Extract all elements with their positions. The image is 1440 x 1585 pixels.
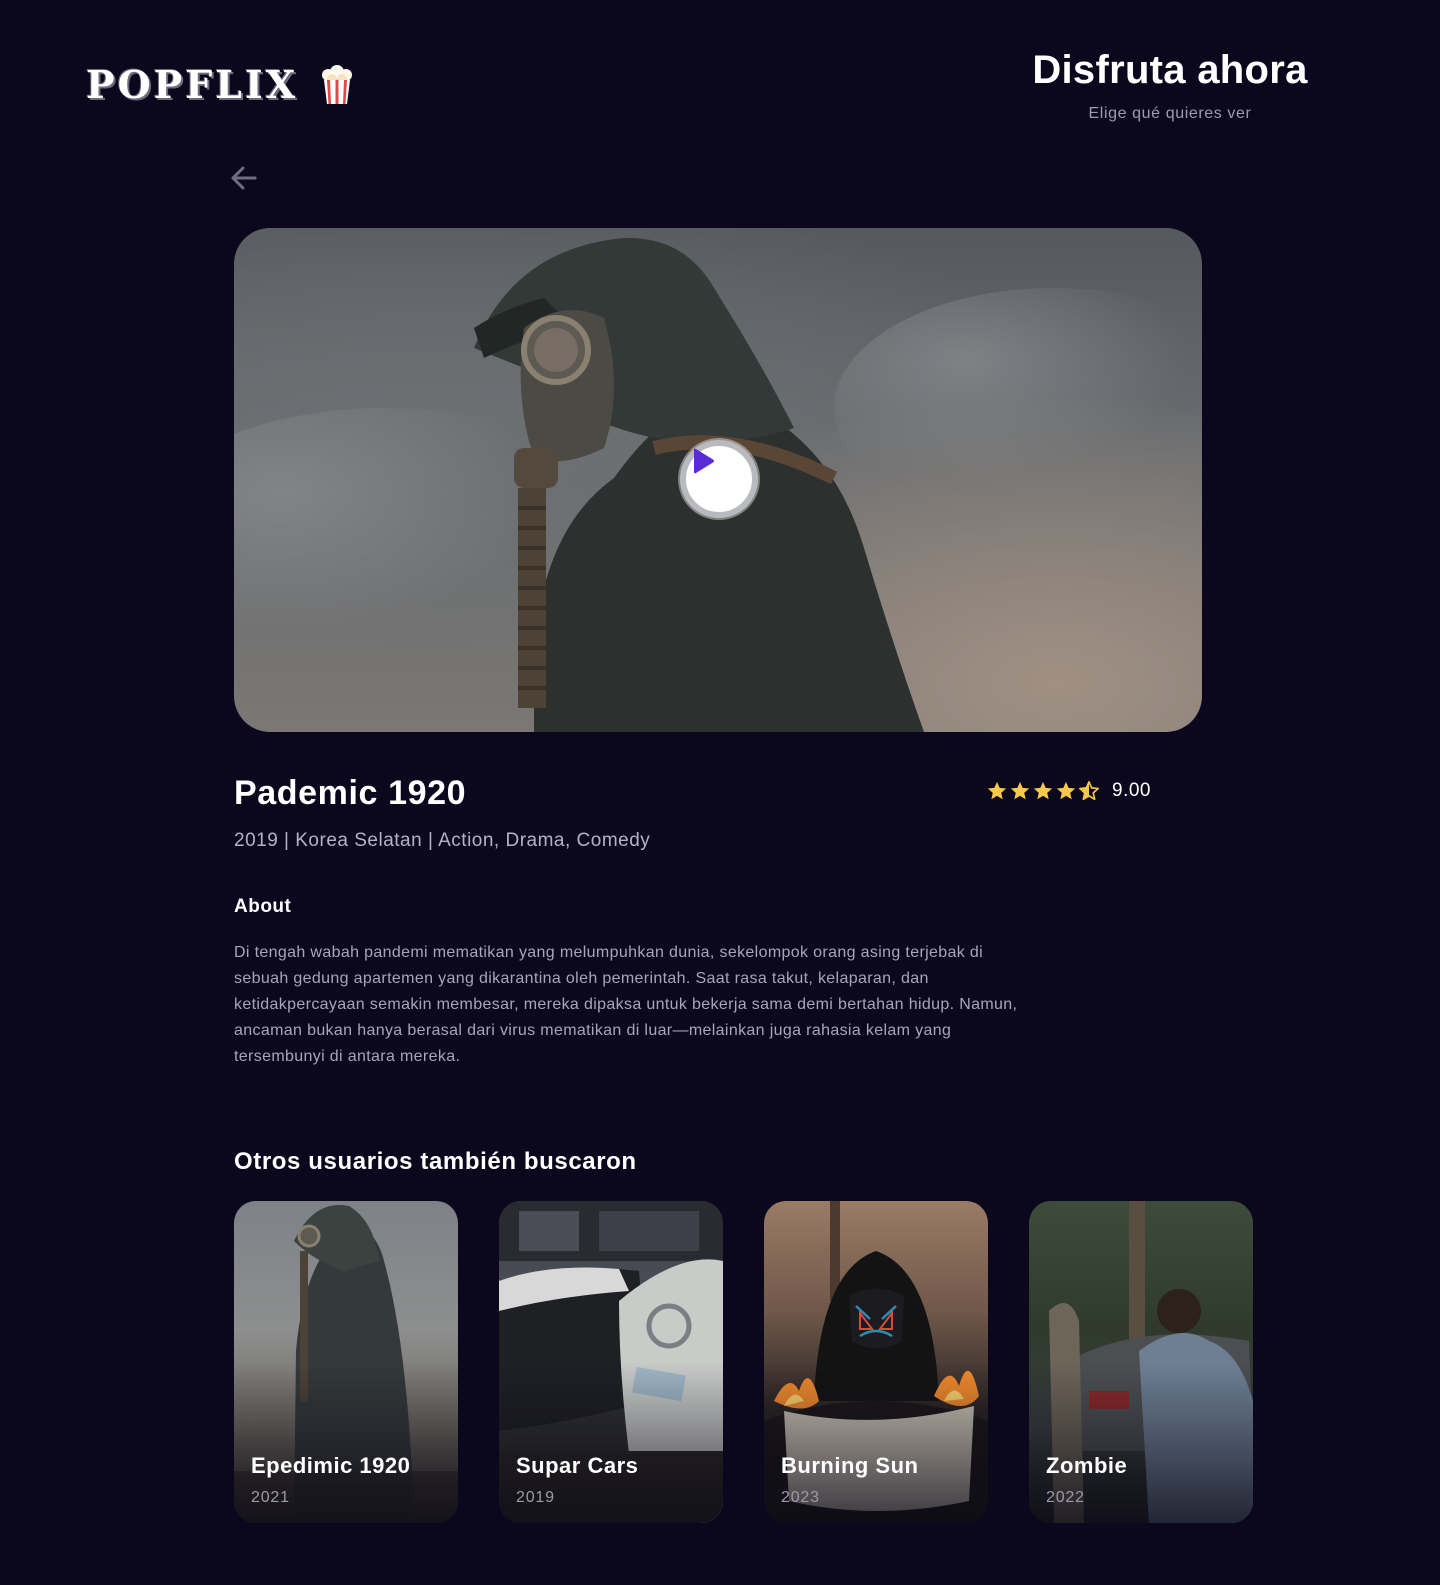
rating-stars	[986, 780, 1100, 802]
rating: 9.00	[986, 780, 1151, 802]
related-section-title: Otros usuarios también buscaron	[234, 1148, 637, 1175]
related-list: Epedimic 1920 2021 Supar Cars 2019 Burni…	[234, 1201, 1253, 1523]
back-button[interactable]	[226, 160, 262, 196]
card-year: 2023	[781, 1489, 820, 1506]
movie-title: Pademic 1920	[234, 774, 467, 812]
star-full-icon	[1056, 781, 1076, 800]
play-icon	[694, 448, 714, 474]
about-heading: About	[234, 896, 292, 917]
star-full-icon	[1033, 781, 1053, 800]
about-text: Di tengah wabah pandemi mematikan yang m…	[234, 944, 1018, 1065]
card-title: Zombie	[1046, 1453, 1128, 1478]
related-card-burning-sun[interactable]: Burning Sun 2023	[764, 1201, 988, 1523]
hero-video-thumbnail[interactable]	[234, 228, 1202, 732]
popcorn-icon	[322, 64, 353, 104]
card-year: 2019	[516, 1489, 555, 1506]
brand-logo[interactable]: POPFLIX	[86, 62, 354, 107]
header-title: Disfruta ahora	[1032, 48, 1308, 92]
related-card-supar-cars[interactable]: Supar Cars 2019	[499, 1201, 723, 1523]
star-full-icon	[1010, 781, 1030, 800]
star-full-icon	[987, 781, 1007, 800]
rating-value: 9.00	[1112, 780, 1151, 801]
movie-detail-page: POPFLIX Disfruta ahora Elige qué quieres…	[0, 0, 1440, 1585]
movie-meta: 2019 | Korea Selatan | Action, Drama, Co…	[234, 830, 651, 851]
card-title: Epedimic 1920	[251, 1453, 411, 1478]
related-card-epedimic-1920[interactable]: Epedimic 1920 2021	[234, 1201, 458, 1523]
card-year: 2022	[1046, 1489, 1085, 1506]
arrow-left-icon	[231, 166, 257, 190]
logo-text: POPFLIX	[86, 62, 299, 107]
card-title: Burning Sun	[781, 1453, 919, 1478]
header-tagline: Disfruta ahora Elige qué quieres ver	[1010, 48, 1330, 123]
card-year: 2021	[251, 1489, 290, 1506]
star-half-icon	[1079, 781, 1099, 801]
header-subtitle: Elige qué quieres ver	[1088, 105, 1252, 122]
play-button[interactable]	[680, 440, 758, 518]
related-card-zombie[interactable]: Zombie 2022	[1029, 1201, 1253, 1523]
card-title: Supar Cars	[516, 1453, 639, 1478]
